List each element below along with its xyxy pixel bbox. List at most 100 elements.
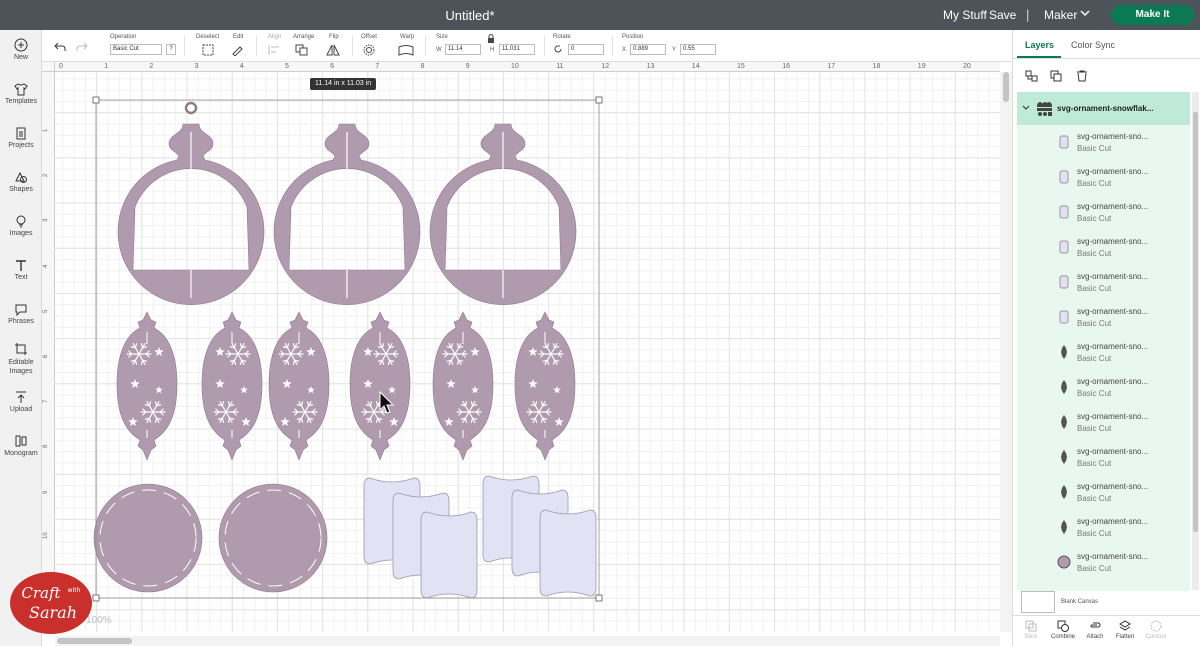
snowflake-ornament[interactable] [201, 311, 263, 461]
make-it-button[interactable]: Make It [1111, 5, 1194, 25]
layers-scrollbar[interactable] [1192, 92, 1199, 590]
height-field[interactable]: 11.031 [499, 44, 535, 55]
lock-icon[interactable] [487, 34, 495, 43]
layer-row[interactable]: svg-ornament-sno... Basic Cut [1017, 300, 1190, 335]
chevron-down-icon[interactable] [1080, 8, 1090, 18]
circle-piece[interactable] [93, 483, 203, 593]
liner-piece[interactable] [420, 511, 478, 599]
offset-icon[interactable] [362, 44, 376, 56]
slice-button[interactable]: Slice [1016, 620, 1046, 640]
snowflake-ornament[interactable] [268, 311, 330, 461]
toolbar-monogram-label: Monogram [4, 450, 38, 457]
attach-label: Attach [1086, 634, 1104, 640]
my-stuff-link[interactable]: My Stuff [943, 8, 987, 22]
chevron-down-icon[interactable] [1022, 105, 1030, 111]
design-canvas[interactable] [55, 72, 1000, 632]
liner-piece[interactable] [539, 509, 597, 597]
scrollbar-thumb[interactable] [57, 638, 132, 644]
toolbar-templates-label: Templates [5, 98, 37, 105]
layer-row[interactable]: svg-ornament-sno... Basic Cut [1017, 510, 1190, 545]
align-icon[interactable] [268, 44, 282, 56]
save-link[interactable]: Save [989, 8, 1016, 22]
toolbar-text[interactable]: Text [0, 258, 42, 281]
layer-row[interactable]: svg-ornament-sno... Basic Cut [1017, 335, 1190, 370]
layer-row[interactable]: svg-ornament-sno... Basic Cut [1017, 545, 1190, 580]
layer-row[interactable]: svg-ornament-sno... Basic Cut [1017, 125, 1190, 160]
blank-canvas-swatch[interactable] [1021, 591, 1055, 613]
layer-row[interactable]: svg-ornament-sno... Basic Cut [1017, 265, 1190, 300]
layer-row[interactable]: svg-ornament-sno... Basic Cut [1017, 405, 1190, 440]
selection-handle[interactable] [92, 96, 100, 104]
document-title: Untitled* [445, 8, 495, 23]
group-icon[interactable] [1025, 70, 1039, 82]
toolbar-phrases[interactable]: Phrases [0, 302, 42, 325]
duplicate-icon[interactable] [1050, 70, 1064, 82]
layer-row[interactable]: svg-ornament-sno... Basic Cut [1017, 230, 1190, 265]
arrange-icon[interactable] [295, 44, 309, 56]
layer-row[interactable]: svg-ornament-sno... Basic Cut [1017, 160, 1190, 195]
layer-name: svg-ornament-sno... [1077, 517, 1149, 526]
combine-button[interactable]: Combine [1048, 620, 1078, 640]
toolbar-images[interactable]: Images [0, 214, 42, 237]
attach-button[interactable]: Attach [1080, 620, 1110, 640]
layer-group-row[interactable]: svg-ornament-snowflak... [1017, 92, 1190, 125]
ruler-tick-label: 10 [511, 63, 519, 70]
toolbar-editable-images[interactable]: Editable Images [0, 342, 42, 376]
scrollbar-thumb[interactable] [1003, 72, 1009, 102]
x-position-field[interactable]: 0.889 [630, 44, 666, 55]
warp-icon[interactable] [398, 44, 414, 56]
bulb-ornament[interactable] [117, 101, 265, 305]
toolbar-projects[interactable]: Projects [0, 126, 42, 149]
circle-piece[interactable] [218, 483, 328, 593]
rotate-field[interactable]: 0 [568, 44, 604, 55]
toolbar-monogram[interactable]: Monogram [0, 434, 42, 457]
tab-color-sync[interactable]: Color Sync [1071, 40, 1115, 50]
scrollbar-thumb[interactable] [1193, 112, 1198, 532]
paperclip-icon [1090, 622, 1101, 628]
undo-icon[interactable] [54, 42, 66, 52]
canvas-artwork[interactable] [55, 72, 1000, 632]
redo-icon[interactable] [76, 42, 88, 52]
layer-row[interactable]: svg-ornament-sno... Basic Cut [1017, 370, 1190, 405]
machine-select[interactable]: Maker [1044, 8, 1077, 22]
layer-row[interactable]: svg-ornament-sno... Basic Cut [1017, 475, 1190, 510]
bulb-ornament[interactable] [429, 123, 577, 305]
circle-shape[interactable] [93, 483, 203, 593]
ruler-tick-label: 15 [737, 63, 745, 70]
y-position-field[interactable]: 0.55 [680, 44, 716, 55]
operation-select[interactable]: Basic Cut [110, 44, 162, 55]
deselect-icon[interactable] [202, 44, 214, 56]
width-field[interactable]: 11.14 [445, 44, 481, 55]
snowflake-ornament[interactable] [349, 311, 411, 461]
rotate-value: 0 [571, 46, 575, 52]
circle-shape[interactable] [218, 483, 328, 593]
ruler-tick-label: 3 [194, 63, 199, 70]
slice-label: Slice [1024, 634, 1038, 640]
operation-help-button[interactable]: ? [166, 44, 176, 55]
pencil-icon[interactable] [231, 44, 245, 56]
position-label: Position [622, 34, 644, 40]
flip-icon[interactable] [326, 44, 340, 56]
snowflake-ornament[interactable] [514, 311, 576, 461]
selection-handle[interactable] [595, 594, 603, 602]
snowflake-ornament[interactable] [116, 311, 178, 461]
snowflake-ornament[interactable] [432, 311, 494, 461]
toolbar-upload[interactable]: Upload [0, 390, 42, 413]
toolbar-templates[interactable]: Templates [0, 82, 42, 105]
layer-name: svg-ornament-sno... [1077, 482, 1149, 491]
toolbar-new[interactable]: New [0, 38, 42, 61]
delete-icon[interactable] [1075, 70, 1089, 82]
blank-canvas-row[interactable]: Blank Canvas [1021, 591, 1197, 617]
contour-button[interactable]: Contour [1141, 620, 1171, 640]
layer-row[interactable]: svg-ornament-sno... Basic Cut [1017, 440, 1190, 475]
bulb-ornament[interactable] [273, 123, 421, 305]
layer-row[interactable]: svg-ornament-sno... Basic Cut [1017, 195, 1190, 230]
flatten-button[interactable]: Flatten [1110, 620, 1140, 640]
tab-layers[interactable]: Layers [1025, 40, 1054, 50]
toolbar-shapes[interactable]: Shapes [0, 170, 42, 193]
canvas-horizontal-scrollbar[interactable] [55, 636, 1000, 646]
canvas-vertical-scrollbar[interactable] [1000, 72, 1012, 632]
ruler-tick-label: 2 [43, 173, 49, 178]
hanging-loop[interactable] [184, 101, 198, 115]
selection-handle[interactable] [595, 96, 603, 104]
